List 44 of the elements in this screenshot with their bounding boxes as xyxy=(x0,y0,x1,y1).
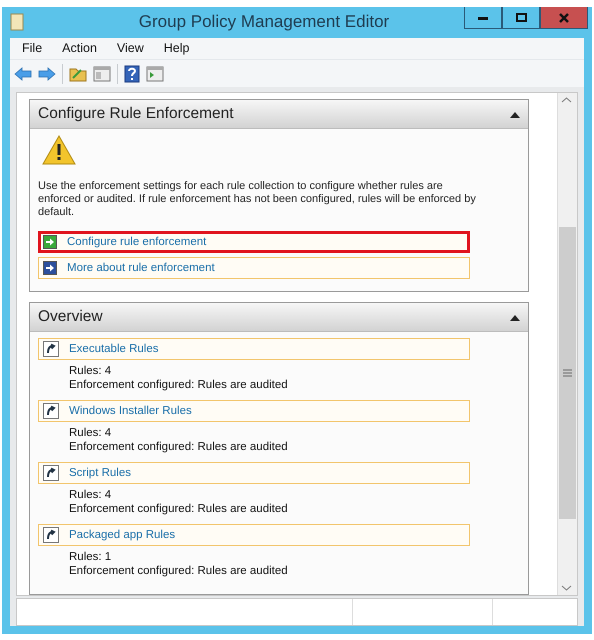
rule-count: Rules: 4 xyxy=(69,426,112,440)
shortcut-icon xyxy=(43,402,59,419)
link[interactable]: Executable Rules xyxy=(38,338,470,360)
enforcement-status: Enforcement configured: Rules are audited xyxy=(69,378,289,392)
section-title: Configure Rule Enforcement xyxy=(38,104,234,123)
close-button[interactable] xyxy=(540,7,588,29)
menu-item[interactable]: Help xyxy=(156,41,198,56)
rule-count: Rules: 4 xyxy=(69,488,112,502)
maximize-icon[interactable] xyxy=(516,13,526,22)
minimize-icon[interactable] xyxy=(478,16,488,20)
rule-count: Rules: 1 xyxy=(69,550,112,564)
forward-icon[interactable] xyxy=(38,66,56,80)
grip-icon[interactable] xyxy=(563,368,572,377)
rule-count: Rules: 4 xyxy=(69,364,112,378)
collapse-icon[interactable] xyxy=(510,314,520,321)
link[interactable]: Windows Installer Rules xyxy=(38,400,470,422)
maximize-button[interactable] xyxy=(502,7,540,29)
panel-icon[interactable] xyxy=(146,66,164,82)
shortcut-icon xyxy=(43,340,59,357)
menu-item[interactable]: View xyxy=(108,41,152,56)
window-title: Group Policy Management Editor xyxy=(138,12,390,32)
minimize-button[interactable] xyxy=(464,7,502,29)
panel-icon[interactable] xyxy=(93,66,111,82)
enforcement-status: Enforcement configured: Rules are audited xyxy=(69,564,289,578)
menu-item[interactable]: Action xyxy=(54,41,105,56)
section-title: Overview xyxy=(38,308,103,326)
folder-icon[interactable] xyxy=(69,66,87,82)
enforcement-status: Enforcement configured: Rules are audited xyxy=(69,440,289,454)
back-icon[interactable] xyxy=(14,66,32,80)
menu-item[interactable]: File xyxy=(14,41,50,56)
close-icon[interactable] xyxy=(559,12,569,22)
link[interactable]: Packaged app Rules xyxy=(38,524,470,546)
enforcement-status: Enforcement configured: Rules are audited xyxy=(69,502,289,516)
warning-icon xyxy=(42,134,76,165)
collapse-icon[interactable] xyxy=(510,110,520,118)
help-icon[interactable] xyxy=(124,64,140,82)
link[interactable]: Configure rule enforcement xyxy=(38,230,470,253)
document-icon xyxy=(10,13,24,32)
shortcut-icon xyxy=(43,526,59,543)
scrollbar[interactable] xyxy=(557,92,577,595)
shortcut-icon xyxy=(43,464,59,481)
description-text: Use the enforcement settings for each rule collection to configure whether rules are enforced or audited. If rule enforcement has not been configured, rules will be enforced by default. xyxy=(38,180,477,219)
link[interactable]: More about rule enforcement xyxy=(38,256,470,279)
link[interactable]: Script Rules xyxy=(38,462,470,484)
